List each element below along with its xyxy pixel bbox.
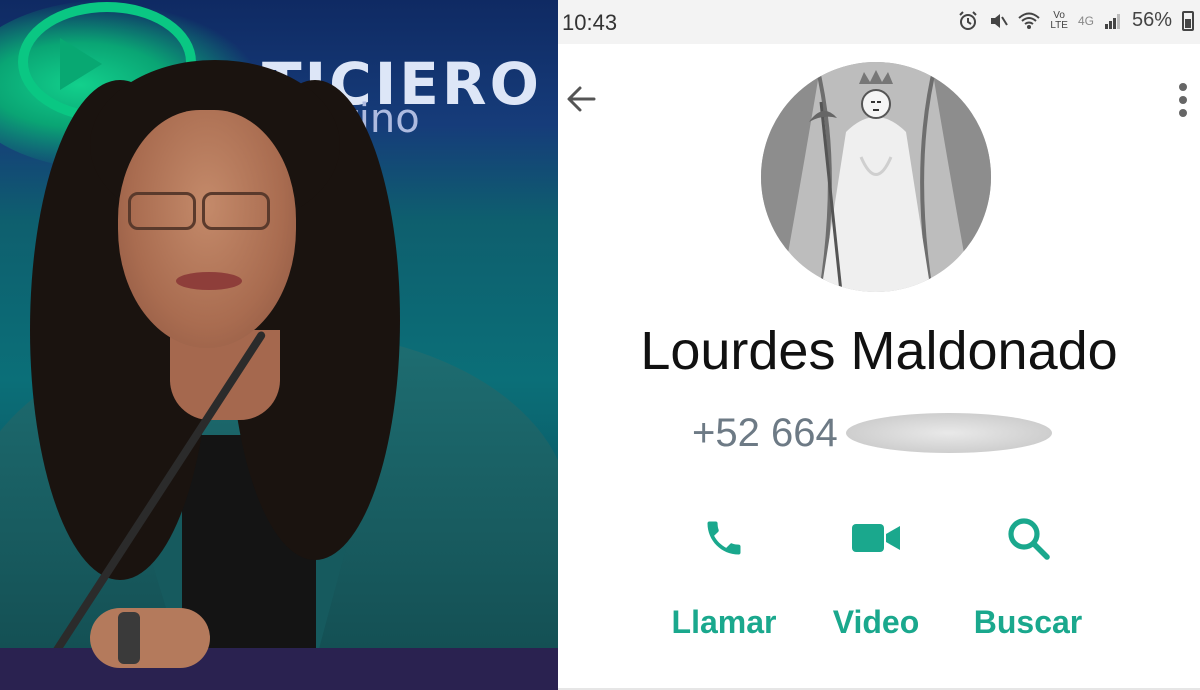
- wifi-icon: [1018, 12, 1041, 29]
- back-arrow-icon[interactable]: [564, 82, 598, 116]
- video-button[interactable]: Video: [796, 508, 956, 641]
- contact-avatar[interactable]: [761, 62, 991, 292]
- avatar-image: [761, 62, 991, 292]
- news-photo: TICIERO ertino: [0, 0, 558, 690]
- contact-info-screen: 10:43 Vo LTE 4G 56% Lourdes Maldonado +5…: [558, 0, 1200, 690]
- hand: [90, 608, 210, 668]
- network-type-label: 4G: [1077, 13, 1094, 28]
- wristwatch: [118, 612, 140, 664]
- battery-percent: 56%: [1131, 9, 1172, 31]
- battery-icon: [1182, 10, 1194, 31]
- news-logo-play-icon: [60, 38, 102, 90]
- signal-icon: [1104, 13, 1120, 29]
- video-icon: [852, 524, 900, 552]
- search-icon: [1008, 518, 1050, 560]
- volte-icon: Vo LTE: [1050, 9, 1068, 31]
- lips: [176, 272, 242, 290]
- search-button-label: Buscar: [973, 604, 1083, 640]
- contact-phone-row: +52 664: [692, 408, 1052, 458]
- mute-icon: [991, 13, 1009, 28]
- contact-phone-number: +52 664: [692, 410, 838, 455]
- more-vert-icon[interactable]: [1178, 82, 1188, 118]
- search-button[interactable]: Buscar: [948, 508, 1108, 641]
- video-button-label: Video: [832, 604, 920, 640]
- alarm-icon: [959, 10, 978, 30]
- contact-name: Lourdes Maldonado: [640, 321, 1118, 381]
- status-time: 10:43: [562, 10, 618, 35]
- desk: [0, 648, 558, 690]
- status-icons: Vo LTE 4G 56%: [958, 9, 1194, 32]
- phone-icon: [707, 521, 741, 555]
- glasses-right-lens: [202, 192, 270, 230]
- phone-redaction-blur: [845, 413, 1052, 453]
- status-bar: 10:43 Vo LTE 4G 56%: [558, 0, 1200, 44]
- glasses-left-lens: [128, 192, 196, 230]
- call-button[interactable]: Llamar: [644, 508, 804, 641]
- volte-label: LTE: [1050, 19, 1068, 31]
- call-button-label: Llamar: [671, 604, 777, 640]
